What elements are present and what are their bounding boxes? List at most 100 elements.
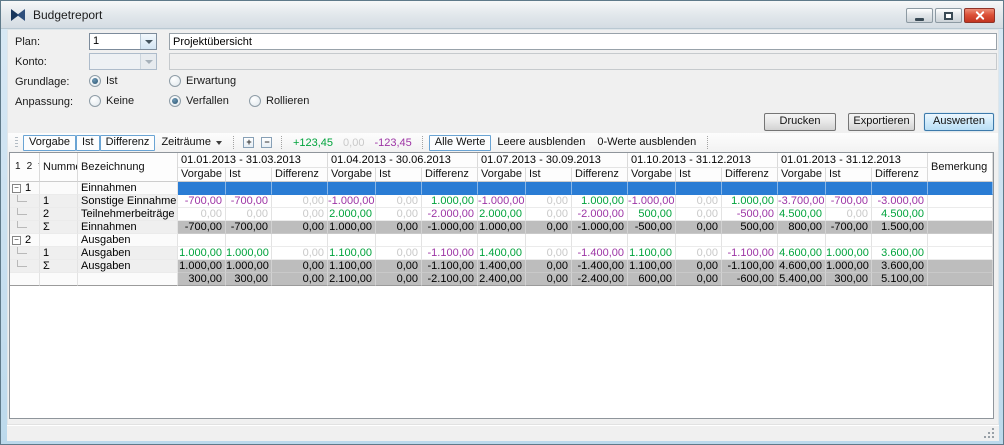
grid-cell[interactable]: -1.400,00 xyxy=(572,260,628,273)
grid-cell[interactable]: 1.400,00 xyxy=(478,260,526,273)
bemerkung-cell[interactable] xyxy=(928,195,993,208)
toggle-ist-button[interactable]: Ist xyxy=(75,134,100,151)
table-row[interactable]: −2 Ausgaben xyxy=(10,234,993,247)
grid-cell[interactable]: 4.600,00 xyxy=(778,260,826,273)
grid-cell[interactable]: -500,00 xyxy=(628,221,676,234)
grid-cell[interactable]: -1.100,00 xyxy=(722,260,778,273)
konto-select-dropdown-button[interactable] xyxy=(140,54,156,69)
konto-select[interactable] xyxy=(89,53,157,70)
grid-cell[interactable]: 0,00 xyxy=(676,208,722,221)
grid-cell[interactable]: 1.100,00 xyxy=(628,260,676,273)
grid-cell[interactable]: 2.400,00 xyxy=(478,273,526,286)
level-button-2[interactable]: 2 xyxy=(27,153,33,181)
column-header-bemerkung[interactable]: Bemerkung xyxy=(928,153,993,182)
grid-cell[interactable]: -700,00 xyxy=(226,195,272,208)
grid-cell[interactable]: -600,00 xyxy=(722,273,778,286)
toggle-vorgabe-button[interactable]: Vorgabe xyxy=(23,134,76,151)
grid-cell[interactable]: -3.700,00 xyxy=(778,195,826,208)
bemerkung-cell[interactable] xyxy=(928,273,993,286)
column-header-vorgabe-3[interactable]: Vorgabe xyxy=(478,168,526,182)
anpassung-radio-verfallen[interactable]: Verfallen xyxy=(169,94,229,107)
konto-name-field[interactable] xyxy=(169,53,997,70)
column-header-differenz-4[interactable]: Differenz xyxy=(722,168,778,182)
grid-cell[interactable]: 1.100,00 xyxy=(628,247,676,260)
column-header-nummer[interactable]: Nummer xyxy=(40,153,78,182)
grid-cell[interactable]: -1.100,00 xyxy=(722,247,778,260)
grid-cell[interactable]: -1.000,00 xyxy=(628,195,676,208)
table-row[interactable]: 300,00 300,00 0,00 2.100,00 0,00 -2.100,00 2.4… xyxy=(10,273,993,286)
column-header-ist-1[interactable]: Ist xyxy=(226,168,272,182)
table-row[interactable]: 1 Sonstige Einnahmen -700,00 -700,00 0,00 -1.… xyxy=(10,195,993,208)
grid-cell[interactable]: -1.000,00 xyxy=(572,221,628,234)
grid-cell[interactable]: 1.500,00 xyxy=(872,221,928,234)
collapse-row-icon[interactable]: − xyxy=(12,236,21,245)
grid-cell[interactable] xyxy=(628,182,676,195)
grid-cell[interactable]: 300,00 xyxy=(178,273,226,286)
grid-cell[interactable]: 0,00 xyxy=(676,221,722,234)
grid-cell[interactable]: 1.000,00 xyxy=(826,260,872,273)
grid-cell[interactable]: 0,00 xyxy=(272,221,328,234)
column-header-bezeichnung[interactable]: Bezeichnung xyxy=(78,153,178,182)
grid-cell[interactable]: -700,00 xyxy=(826,195,872,208)
grid-cell[interactable]: -500,00 xyxy=(722,208,778,221)
grid-cell[interactable]: -2.000,00 xyxy=(572,208,628,221)
grid-cell[interactable]: -1.000,00 xyxy=(328,195,376,208)
column-header-differenz-5[interactable]: Differenz xyxy=(872,168,928,182)
grid-cell[interactable]: 0,00 xyxy=(526,195,572,208)
grid-cell[interactable]: 0,00 xyxy=(376,221,422,234)
anpassung-radio-keine[interactable]: Keine xyxy=(89,94,134,107)
grid-cell[interactable]: 5.100,00 xyxy=(872,273,928,286)
grid-cell[interactable] xyxy=(722,234,778,247)
grid-cell[interactable]: -1.100,00 xyxy=(422,260,478,273)
grid-cell[interactable]: 0,00 xyxy=(526,221,572,234)
grid-cell[interactable]: 0,00 xyxy=(376,247,422,260)
grid-cell[interactable] xyxy=(526,182,572,195)
grid-cell[interactable]: 3.600,00 xyxy=(872,247,928,260)
column-header-ist-5[interactable]: Ist xyxy=(826,168,872,182)
grid-cell[interactable]: 0,00 xyxy=(376,195,422,208)
grid-cell[interactable] xyxy=(478,234,526,247)
minimize-button[interactable] xyxy=(906,8,933,23)
grid-cell[interactable]: 1.000,00 xyxy=(226,247,272,260)
grid-cell[interactable]: 0,00 xyxy=(376,273,422,286)
grid-cell[interactable] xyxy=(178,234,226,247)
grid-cell[interactable]: 2.000,00 xyxy=(478,208,526,221)
grid-cell[interactable]: -1.000,00 xyxy=(422,221,478,234)
grid-cell[interactable]: -700,00 xyxy=(226,221,272,234)
table-row[interactable]: Σ Einnahmen -700,00 -700,00 0,00 1.000,00 0,00… xyxy=(10,221,993,234)
grid-cell[interactable] xyxy=(572,234,628,247)
grid-cell[interactable]: 1.100,00 xyxy=(328,260,376,273)
bemerkung-cell[interactable] xyxy=(928,247,993,260)
grid-cell[interactable] xyxy=(628,234,676,247)
column-header-ist-3[interactable]: Ist xyxy=(526,168,572,182)
grid-cell[interactable] xyxy=(422,234,478,247)
toggle-differenz-button[interactable]: Differenz xyxy=(99,134,156,151)
column-header-differenz-3[interactable]: Differenz xyxy=(572,168,628,182)
bemerkung-cell[interactable] xyxy=(928,260,993,273)
grid-cell[interactable] xyxy=(328,182,376,195)
grid-cell[interactable] xyxy=(722,182,778,195)
table-row[interactable]: 2 Teilnehmerbeiträge 0,00 0,00 0,00 2.000,00 0… xyxy=(10,208,993,221)
grid-cell[interactable] xyxy=(872,234,928,247)
grid-cell[interactable]: 0,00 xyxy=(676,260,722,273)
plan-select[interactable]: 1 xyxy=(89,33,157,50)
column-header-differenz-1[interactable]: Differenz xyxy=(272,168,328,182)
grid-cell[interactable]: 600,00 xyxy=(628,273,676,286)
bemerkung-cell[interactable] xyxy=(928,208,993,221)
column-header-vorgabe-4[interactable]: Vorgabe xyxy=(628,168,676,182)
exportieren-button[interactable]: Exportieren xyxy=(848,113,915,131)
grid-cell[interactable]: 1.000,00 xyxy=(178,260,226,273)
grid-cell[interactable]: -2.000,00 xyxy=(422,208,478,221)
grid-cell[interactable] xyxy=(778,234,826,247)
grid-cell[interactable]: 0,00 xyxy=(272,247,328,260)
grid-cell[interactable]: 0,00 xyxy=(272,208,328,221)
grid-cell[interactable]: 3.600,00 xyxy=(872,260,928,273)
grid-cell[interactable] xyxy=(478,182,526,195)
plan-select-dropdown-button[interactable] xyxy=(140,34,156,49)
grid-cell[interactable] xyxy=(272,234,328,247)
grid-cell[interactable]: 500,00 xyxy=(628,208,676,221)
grid-cell[interactable]: 500,00 xyxy=(722,221,778,234)
grid-cell[interactable] xyxy=(272,182,328,195)
grid-cell[interactable]: 1.000,00 xyxy=(722,195,778,208)
grid-cell[interactable]: 0,00 xyxy=(272,260,328,273)
